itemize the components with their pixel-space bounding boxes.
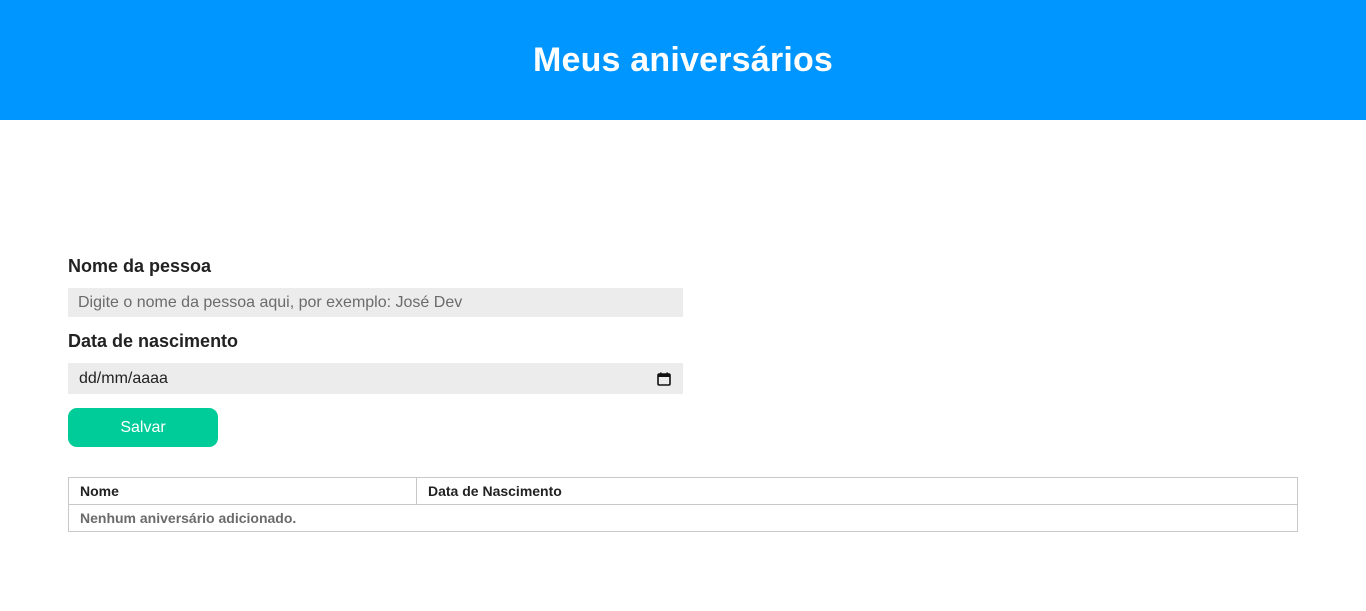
empty-table-message: Nenhum aniversário adicionado.: [68, 504, 1298, 532]
name-label: Nome da pessoa: [68, 256, 212, 276]
table-row: Nenhum aniversário adicionado.: [68, 504, 1298, 532]
page-title: Meus aniversários: [532, 40, 834, 79]
column-header-birthdate: Data de Nascimento: [416, 477, 1298, 505]
birthday-table: Nome Data de Nascimento Nenhum aniversár…: [68, 477, 1298, 532]
table-header-row: Nome Data de Nascimento: [68, 477, 1298, 505]
birthdate-input[interactable]: dd/mm/aaaa: [68, 363, 683, 394]
birthdate-value: dd/mm/aaaa: [79, 369, 168, 387]
name-input[interactable]: [68, 288, 683, 317]
birthdate-label: Data de nascimento: [68, 331, 239, 351]
page-header: Meus aniversários: [0, 0, 1366, 120]
calendar-icon[interactable]: [657, 372, 671, 386]
save-button[interactable]: Salvar: [68, 408, 218, 447]
column-header-name: Nome: [68, 477, 417, 505]
